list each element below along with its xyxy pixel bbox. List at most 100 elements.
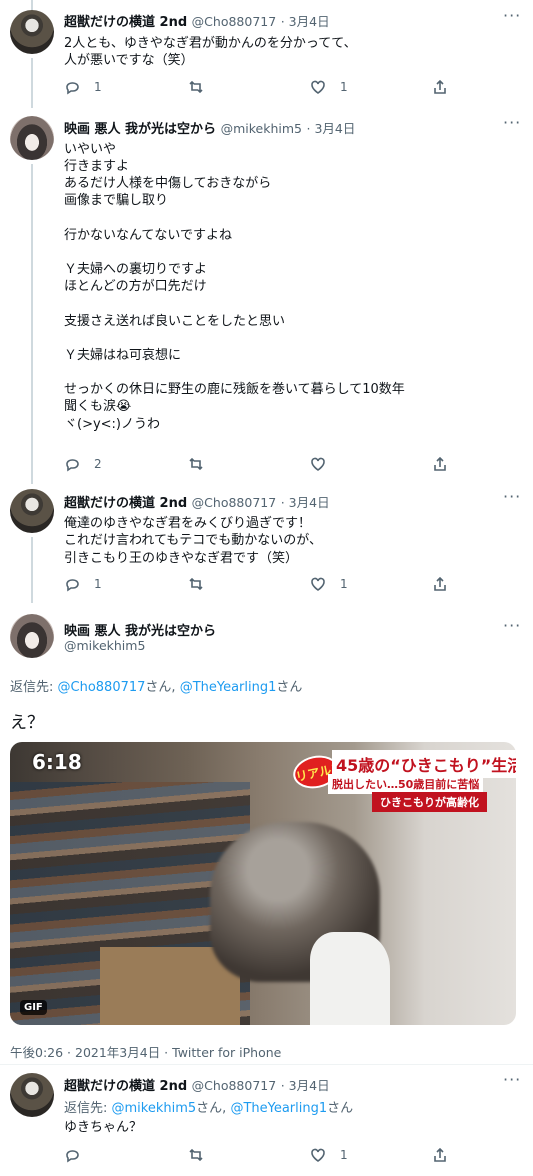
thread-line [31,164,33,484]
retweet-button[interactable] [188,576,218,592]
tweet-text: いやいや 行きますよ あるだけ人様を中傷しておきながら 画像まで騙し取り 行かな… [64,142,405,432]
tweet-actions: 1 [64,1147,464,1167]
heart-icon [311,457,325,471]
tweet-date[interactable]: · 3月4日 [281,495,330,510]
reply-suffix: さん [276,680,303,695]
like-button[interactable]: 1 [310,79,348,95]
gif-badge: GIF [20,1000,47,1015]
share-button[interactable] [432,1147,448,1163]
reply-mid: さん, [145,680,180,695]
mention-link[interactable]: @Cho880717 [58,680,146,695]
like-button[interactable]: 1 [310,576,348,592]
avatar[interactable] [10,489,54,533]
tweet-date[interactable]: · 3月4日 [281,14,330,29]
media-clock: 6:18 [32,750,82,774]
mention-link[interactable]: @mikekhim5 [112,1101,197,1116]
retweet-icon [189,457,203,471]
avatar[interactable] [10,116,54,160]
reply-count: 1 [94,80,102,94]
share-icon [434,1147,446,1162]
author-name[interactable]: 映画 悪人 我が光は空から [64,620,216,639]
share-icon [434,456,446,471]
share-icon [434,79,446,94]
handle[interactable]: @Cho880717 [192,14,277,29]
reply-button[interactable] [64,1147,94,1163]
display-name[interactable]: 映画 悪人 我が光は空から [64,122,216,137]
avatar[interactable] [10,1073,54,1117]
reply-to: 返信先: @mikekhim5さん, @TheYearling1さん [64,1097,353,1116]
display-name[interactable]: 超獣だけの横道 2nd [64,1079,187,1094]
reply-count: 1 [94,577,102,591]
like-button[interactable]: 1 [310,1147,348,1163]
divider [0,1064,533,1065]
tweet-media[interactable]: 6:18 リアル! 45歳の“ひきこもり”生活 脱出したい…50歳目前に苦悩 ひ… [10,742,516,1025]
retweet-button[interactable] [188,1147,218,1163]
reply-icon [66,1150,79,1163]
reply-prefix: 返信先: [64,1101,112,1116]
heart-icon [311,80,325,94]
tweet-text: 2人とも、ゆきやなぎ君が動かんのを分かってて、 人が悪いですな（笑） [64,36,357,69]
reply-icon [66,459,79,472]
thread-line [31,537,33,603]
more-options-icon[interactable]: ··· [503,113,521,132]
like-count: 1 [340,1148,348,1162]
retweet-button[interactable] [188,79,218,95]
reply-button[interactable]: 2 [64,456,102,472]
like-count: 1 [340,577,348,591]
share-button[interactable] [432,576,448,592]
media-caption: 脱出したい…50歳目前に苦悩 [328,774,484,794]
tweet-actions: 2 [64,456,464,476]
heart-icon [311,1148,325,1162]
like-button[interactable] [310,456,340,472]
tweet-text: 俺達のゆきやなぎ君をみくびり過ぎです！ これだけ言われてもテコでも動かないのが、… [64,516,323,566]
handle[interactable]: @Cho880717 [192,495,277,510]
avatar[interactable] [10,10,54,54]
handle[interactable]: @Cho880717 [192,1078,277,1093]
media-caption: ひきこもりが高齢化 [372,792,487,812]
handle[interactable]: @mikekhim5 [221,121,302,136]
mention-link[interactable]: @TheYearling1 [230,1101,327,1116]
retweet-icon [189,577,203,591]
more-options-icon[interactable]: ··· [503,1070,521,1089]
media-bag [310,932,390,1025]
display-name[interactable]: 超獣だけの横道 2nd [64,496,187,511]
author-name[interactable]: 映画 悪人 我が光は空から @mikekhim5 · 3月4日 [64,118,355,137]
heart-icon [311,577,325,591]
share-button[interactable] [432,79,448,95]
handle-text: @mikekhim5 [64,638,146,653]
author-name[interactable]: 超獣だけの横道 2nd @Cho880717 · 3月4日 [64,11,330,30]
retweet-icon [189,1148,203,1162]
share-icon [434,576,446,591]
retweet-button[interactable] [188,456,218,472]
reply-button[interactable]: 1 [64,79,102,95]
reply-count: 2 [94,457,102,471]
avatar[interactable] [10,614,54,658]
author-name[interactable]: 超獣だけの横道 2nd @Cho880717 · 3月4日 [64,1075,330,1094]
author-name[interactable]: 超獣だけの横道 2nd @Cho880717 · 3月4日 [64,492,330,511]
tweet-text: え？ [10,713,44,733]
reply-icon [66,82,79,95]
more-options-icon[interactable]: ··· [503,616,521,635]
reply-mid: さん, [196,1101,231,1116]
reply-prefix: 返信先: [10,680,58,695]
display-name[interactable]: 映画 悪人 我が光は空から [64,624,216,639]
thread-line [31,58,33,108]
tweet-text: ゆきちゃん？ [64,1120,143,1135]
tweet-date[interactable]: · 3月4日 [307,121,356,136]
reply-suffix: さん [327,1101,354,1116]
reply-button[interactable]: 1 [64,576,102,592]
more-options-icon[interactable]: ··· [503,6,521,25]
display-name[interactable]: 超獣だけの横道 2nd [64,15,187,30]
tweet-date[interactable]: · 3月4日 [281,1078,330,1093]
reply-icon [66,579,79,592]
mention-link[interactable]: @TheYearling1 [180,680,277,695]
tweet-timestamp[interactable]: 午後0:26 · 2021年3月4日 · Twitter for iPhone [10,1042,281,1061]
handle[interactable]: @mikekhim5 [64,638,145,654]
more-options-icon[interactable]: ··· [503,487,521,506]
share-button[interactable] [432,456,448,472]
retweet-icon [189,80,203,94]
reply-to: 返信先: @Cho880717さん, @TheYearling1さん [10,676,302,695]
tweet-actions: 1 1 [64,79,464,99]
like-count: 1 [340,80,348,94]
tweet-actions: 1 1 [64,576,464,596]
